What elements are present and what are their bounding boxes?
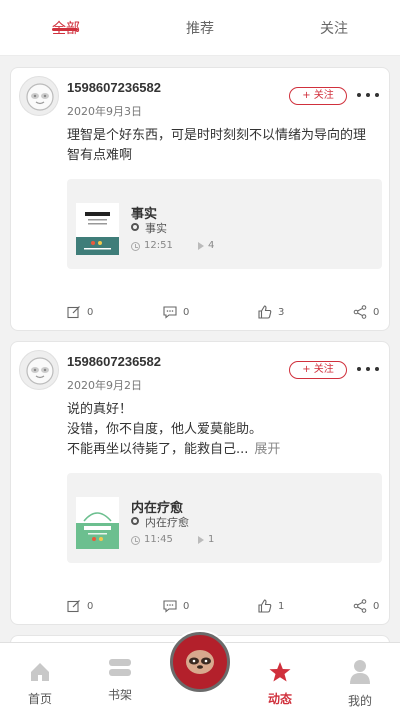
nav-bookshelf[interactable]: 书架 xyxy=(80,643,160,711)
clock-icon xyxy=(131,242,140,251)
post-card: 1598607236582 2020年9月2日 + 关注 说的真好！ 没错，你不… xyxy=(10,341,390,625)
post-text-line: 理智是个好东西，可是时时刻刻不以情绪为导向的理智有点难啊 xyxy=(67,128,367,163)
edit-count: 0 xyxy=(87,306,94,318)
comment-action[interactable]: 0 xyxy=(163,303,189,321)
like-count: 1 xyxy=(278,600,285,612)
top-tab-bar: 全部 推荐 关注 xyxy=(0,0,400,56)
thumbs-up-icon xyxy=(258,599,272,613)
book-author: 内在疗愈 xyxy=(145,516,189,529)
star-icon xyxy=(269,662,291,682)
person-icon xyxy=(350,660,370,684)
comment-count: 0 xyxy=(183,306,190,318)
nav-label: 动态 xyxy=(267,692,292,706)
book-card[interactable]: 事实 事实 12:51 4 xyxy=(67,179,382,269)
book-author: 事实 xyxy=(145,222,167,235)
book-duration: 11:45 xyxy=(144,534,173,545)
expand-link[interactable]: 展开 xyxy=(254,442,280,457)
post-actions: 0 0 3 0 xyxy=(11,303,391,323)
edit-icon xyxy=(67,306,80,319)
book-duration: 12:51 xyxy=(144,240,173,251)
comment-count: 0 xyxy=(183,600,190,612)
play-count: 4 xyxy=(208,240,215,251)
nav-home[interactable]: 首页 xyxy=(0,643,80,711)
play-count: 1 xyxy=(208,534,215,545)
nav-label: 书架 xyxy=(107,688,132,702)
comment-icon xyxy=(163,306,177,319)
edit-action[interactable]: 0 xyxy=(67,303,93,321)
share-icon xyxy=(353,599,367,613)
edit-action[interactable]: 0 xyxy=(67,597,93,615)
tab-recommend[interactable]: 推荐 xyxy=(186,18,214,38)
share-count: 0 xyxy=(373,306,380,318)
book-cover xyxy=(76,203,119,255)
username[interactable]: 1598607236582 xyxy=(67,80,161,95)
post-card: 1598607236582 2020年9月3日 + 关注 理智是个好东西，可是时… xyxy=(10,67,390,331)
edit-count: 0 xyxy=(87,600,94,612)
share-action[interactable]: 0 xyxy=(353,303,379,321)
book-card[interactable]: 内在疗愈 内在疗愈 11:45 1 xyxy=(67,473,382,563)
nav-label: 我的 xyxy=(347,694,372,708)
username[interactable]: 1598607236582 xyxy=(67,354,161,369)
book-cover xyxy=(76,497,119,549)
post-text-line: 没错，你不自度，他人爱莫能助。 xyxy=(67,422,263,437)
center-play-button[interactable] xyxy=(170,632,230,692)
post-content: 说的真好！ 没错，你不自度，他人爱莫能助。 不能再坐以待毙了，能救自己... 展开 xyxy=(67,400,367,460)
post-date: 2020年9月2日 xyxy=(67,379,142,392)
play-icon xyxy=(198,536,204,544)
nav-profile[interactable]: 我的 xyxy=(320,643,400,711)
more-icon[interactable] xyxy=(357,92,379,98)
share-icon xyxy=(353,305,367,319)
home-icon xyxy=(31,663,49,681)
author-icon xyxy=(131,517,139,525)
like-action[interactable]: 1 xyxy=(258,597,284,615)
like-action[interactable]: 3 xyxy=(258,303,284,321)
more-icon[interactable] xyxy=(357,366,379,372)
post-date: 2020年9月3日 xyxy=(67,105,142,118)
post-text-line: 不能再坐以待毙了，能救自己... xyxy=(67,442,249,457)
author-icon xyxy=(131,223,139,231)
tab-indicator xyxy=(52,28,78,31)
feed-list[interactable]: 1598607236582 2020年9月3日 + 关注 理智是个好东西，可是时… xyxy=(0,56,400,642)
clock-icon xyxy=(131,536,140,545)
avatar[interactable] xyxy=(19,76,59,116)
avatar[interactable] xyxy=(19,350,59,390)
share-count: 0 xyxy=(373,600,380,612)
play-icon xyxy=(198,242,204,250)
sloth-center-icon xyxy=(186,650,214,674)
like-count: 3 xyxy=(278,306,285,318)
thumbs-up-icon xyxy=(258,305,272,319)
comment-icon xyxy=(163,600,177,613)
follow-button[interactable]: + 关注 xyxy=(289,87,347,105)
follow-button[interactable]: + 关注 xyxy=(289,361,347,379)
edit-icon xyxy=(67,600,80,613)
post-text-line: 说的真好！ xyxy=(67,402,133,417)
comment-action[interactable]: 0 xyxy=(163,597,189,615)
nav-feed[interactable]: 动态 xyxy=(240,643,320,711)
post-content: 理智是个好东西，可是时时刻刻不以情绪为导向的理智有点难啊 xyxy=(67,126,367,166)
post-actions: 0 0 1 0 xyxy=(11,597,391,617)
bookshelf-icon xyxy=(109,659,131,676)
nav-label: 首页 xyxy=(27,692,52,706)
tab-follow[interactable]: 关注 xyxy=(320,18,348,38)
share-action[interactable]: 0 xyxy=(353,597,379,615)
